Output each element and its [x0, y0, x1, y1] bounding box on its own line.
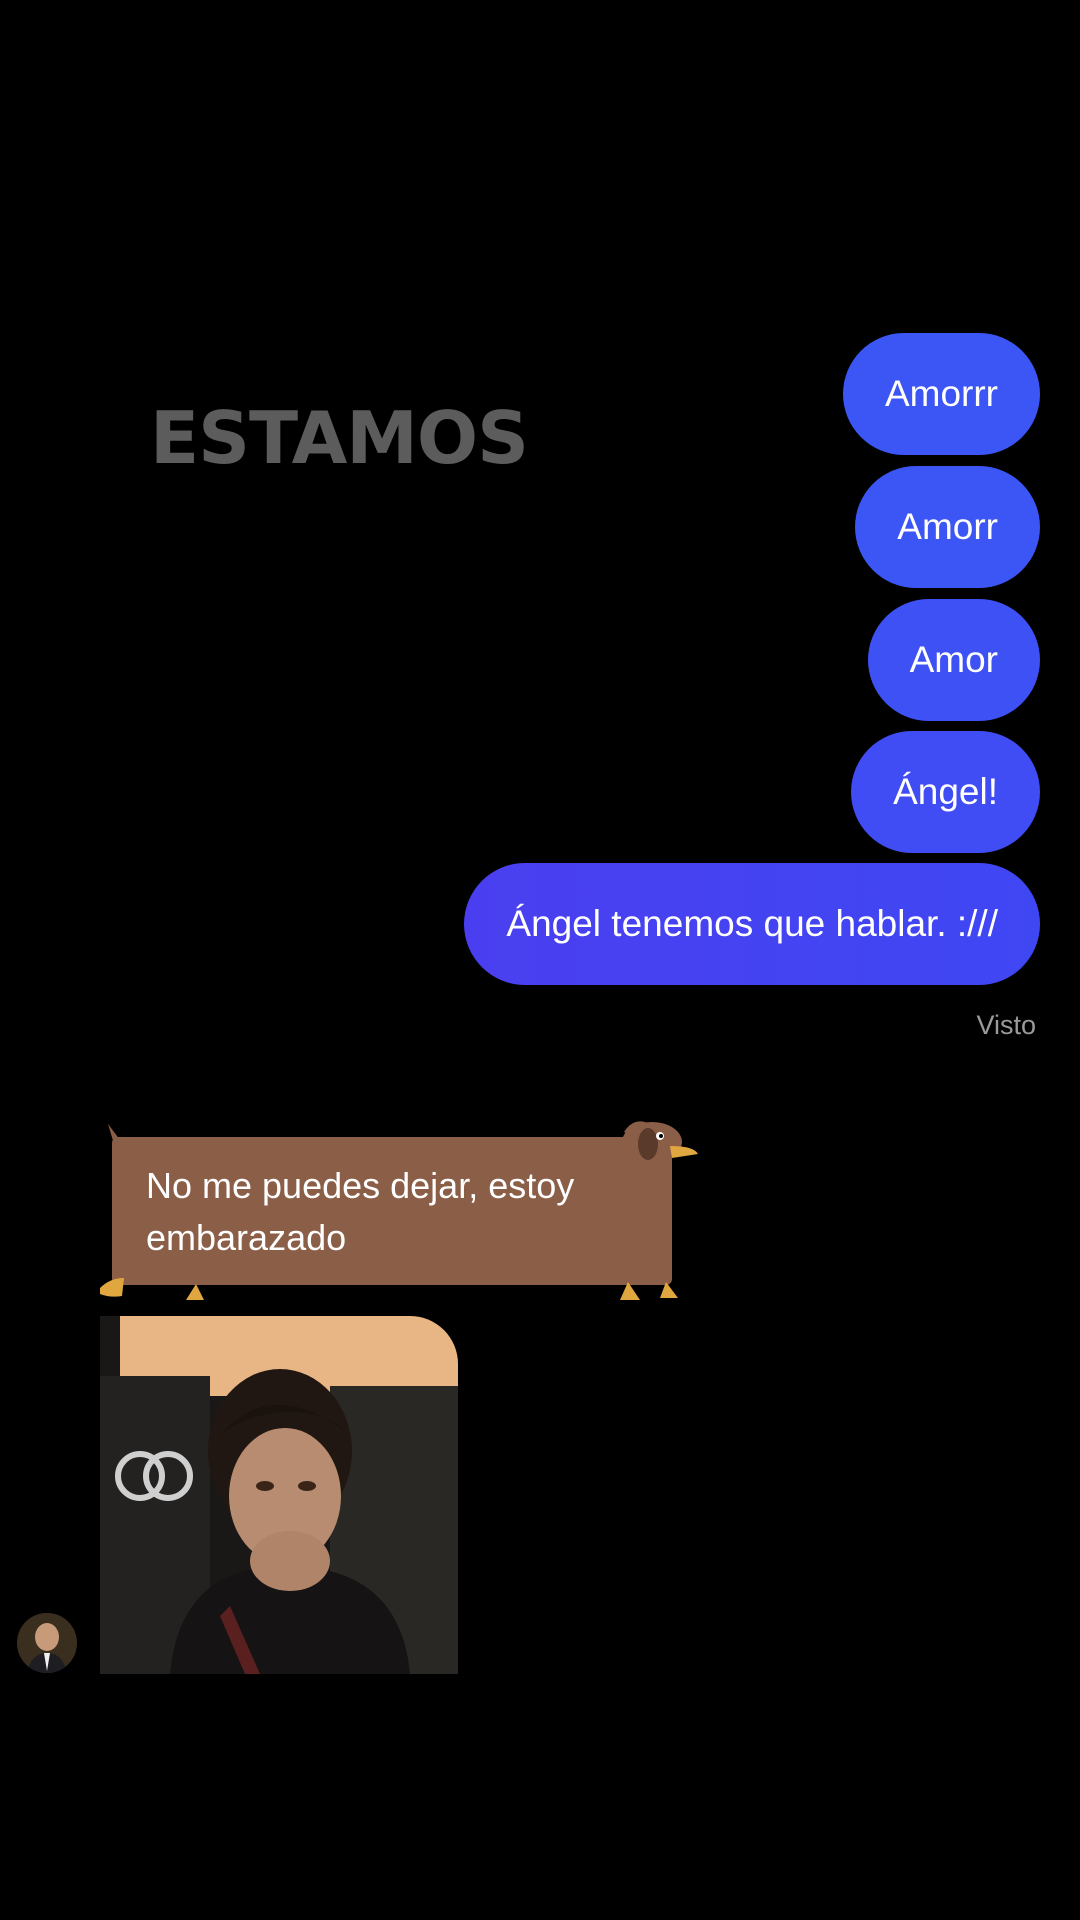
sent-message[interactable]: Ángel!	[851, 731, 1040, 853]
chat-screen: ESTAMOS Amorrr Amorr Amor Ángel! Ángel t…	[0, 0, 1080, 1920]
sent-message[interactable]: Amorrr	[842, 333, 1040, 455]
photo-image	[100, 1316, 458, 1674]
received-message-text: No me puedes dejar, estoy embarazado	[146, 1165, 575, 1258]
sent-message[interactable]: Amorr	[855, 466, 1040, 588]
sent-message[interactable]: Amor	[867, 599, 1040, 721]
sent-message[interactable]: Ángel tenemos que hablar. :///	[464, 863, 1040, 985]
seen-status: Visto	[976, 1010, 1036, 1040]
avatar-icon[interactable]	[17, 1613, 77, 1673]
received-photo[interactable]	[100, 1316, 458, 1674]
overlay-caption: ESTAMOS	[150, 396, 529, 480]
